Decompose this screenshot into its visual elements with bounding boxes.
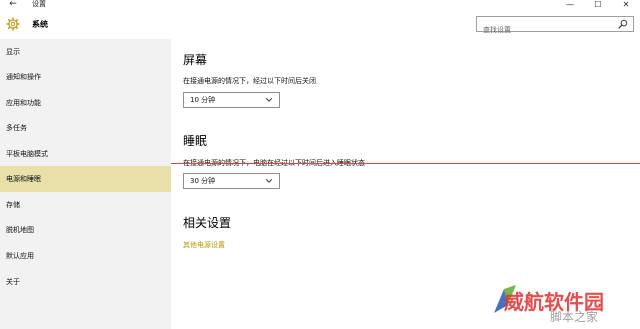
sidebar-item-apps[interactable]: 应用和功能 [0,90,171,116]
search-icon[interactable] [618,19,628,29]
sidebar-item-about[interactable]: 关于 [0,269,171,295]
chevron-down-icon [265,179,273,183]
sidebar-item-label: 应用和功能 [6,99,41,107]
search-input[interactable] [477,23,607,37]
screen-heading: 屏幕 [183,53,208,67]
chevron-down-icon [265,98,273,102]
sidebar-item-tablet-mode[interactable]: 平板电脑模式 [0,141,171,167]
sidebar-item-label: 平板电脑模式 [6,150,48,158]
sidebar-item-label: 存储 [6,201,20,209]
sleep-timeout-dropdown[interactable]: 30 分钟 [183,173,280,189]
sidebar-item-label: 关于 [6,278,20,286]
sidebar-item-default-apps[interactable]: 默认应用 [0,243,171,269]
sidebar-item-storage[interactable]: 存储 [0,192,171,218]
sidebar-item-offline-maps[interactable]: 脱机地图 [0,217,171,243]
gear-icon [6,17,20,31]
page-header: 系统 [0,11,640,39]
watermark-logo: 威航软件园 脚本之家 [490,283,640,329]
search-box[interactable] [476,16,634,37]
sidebar: 显示 通知和操作 应用和功能 多任务 平板电脑模式 电源和睡眠 存储 脱机地图 … [0,39,171,329]
screen-description: 在接通电源的情况下，经过以下时间后关闭 [183,77,316,85]
window-title: 设置 [32,0,46,8]
sidebar-item-label: 电源和睡眠 [6,175,41,183]
sidebar-item-label: 多任务 [6,124,27,132]
sidebar-item-display[interactable]: 显示 [0,39,171,65]
close-button[interactable]: ✕ [612,0,640,11]
sidebar-item-label: 通知和操作 [6,73,41,81]
window-controls: — ☐ ✕ [556,0,640,11]
watermark-subtext: 脚本之家 [550,310,599,324]
maximize-button[interactable]: ☐ [584,0,612,11]
sidebar-item-label: 显示 [6,48,20,56]
screen-timeout-value: 10 分钟 [190,96,216,104]
sleep-timeout-value: 30 分钟 [190,177,216,185]
annotation-line [171,163,640,164]
back-button[interactable]: ← [6,0,20,10]
minimize-button[interactable]: — [556,0,584,11]
title-bar: ← 设置 — ☐ ✕ [0,0,640,11]
related-settings-heading: 相关设置 [183,216,232,230]
sidebar-item-notifications[interactable]: 通知和操作 [0,64,171,90]
page-title: 系统 [32,20,48,29]
sidebar-item-power-sleep[interactable]: 电源和睡眠 [0,166,171,192]
screen-timeout-dropdown[interactable]: 10 分钟 [183,92,280,108]
sidebar-item-label: 脱机地图 [6,226,34,234]
other-power-settings-link[interactable]: 其他电源设置 [183,241,225,250]
sidebar-item-label: 默认应用 [6,252,34,260]
sleep-heading: 睡眠 [183,134,208,148]
sidebar-item-multitasking[interactable]: 多任务 [0,115,171,141]
